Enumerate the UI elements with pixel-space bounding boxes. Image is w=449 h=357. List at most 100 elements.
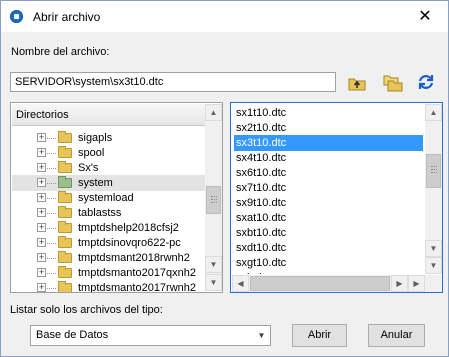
folder-icon	[58, 251, 72, 263]
scroll-up-icon[interactable]: ▲	[205, 104, 222, 121]
file-item[interactable]: sxgt10.dtc	[234, 255, 423, 271]
filter-label: Listar solo los archivos del tipo:	[10, 304, 163, 316]
directory-item-label: tmptdsinovqro622-pc	[78, 237, 181, 249]
file-list-panel[interactable]: sx1t10.dtc sx2t10.dtc sx3t10.dtc sx4t10.dtc…	[230, 102, 443, 293]
directory-item-label: spool	[78, 147, 105, 159]
cancel-button[interactable]: Anular	[368, 324, 425, 347]
file-item[interactable]: sxbt10.dtc	[234, 225, 423, 241]
tree-connector	[47, 213, 56, 214]
tree-connector	[47, 273, 56, 274]
file-item[interactable]: sx4t10.dtc	[234, 150, 423, 166]
directory-item[interactable]: + systemload	[12, 190, 205, 206]
tree-connector	[47, 183, 56, 184]
file-scroll-thumb[interactable]	[426, 154, 441, 188]
directory-item-label: systemload	[78, 192, 134, 204]
directory-scroll-thumb[interactable]	[206, 186, 221, 214]
directory-item[interactable]: + system	[12, 175, 205, 191]
file-item[interactable]: sxdt10.dtc	[234, 240, 423, 256]
directory-item[interactable]: + sigapls	[12, 130, 205, 146]
tree-connector	[47, 288, 56, 289]
expand-icon[interactable]: +	[37, 148, 46, 157]
scroll-down-icon[interactable]: ▼	[425, 240, 442, 257]
filename-input[interactable]	[10, 72, 336, 92]
scroll-right-icon[interactable]: ▶	[408, 275, 425, 292]
directory-item[interactable]: + tmptdsmanto2017rwnh2	[12, 280, 205, 292]
expand-icon[interactable]: +	[37, 133, 46, 142]
directory-item[interactable]: + tablastss	[12, 205, 205, 221]
directory-item[interactable]: + spool	[12, 145, 205, 161]
folder-icon	[58, 131, 72, 143]
tree-connector	[47, 198, 56, 199]
directory-tree[interactable]: Directorios + sigapls + spool + Sx's + system + s…	[10, 102, 223, 293]
directory-item-label: system	[78, 177, 113, 189]
file-item[interactable]: sx3t10.dtc	[234, 135, 423, 151]
tree-connector	[47, 153, 56, 154]
filename-label: Nombre del archivo:	[11, 46, 110, 58]
file-type-select[interactable]: Base de Datos ▼	[30, 325, 271, 346]
folder-icon	[58, 221, 72, 233]
expand-icon[interactable]: +	[37, 163, 46, 172]
expand-icon[interactable]: +	[37, 283, 46, 292]
scroll-right-icon[interactable]: ▶	[391, 275, 408, 292]
tree-connector	[47, 258, 56, 259]
directory-header: Directorios	[12, 104, 205, 126]
directory-item[interactable]: + tmptdsmant2018rwnh2	[12, 250, 205, 266]
app-icon	[10, 10, 23, 23]
folder-icon	[58, 146, 72, 158]
directory-item-label: tmptdshelp2018cfsj2	[78, 222, 179, 234]
file-scrollbar[interactable]: ▲ ▼ ▼	[425, 104, 442, 274]
file-hscroll-thumb[interactable]	[250, 276, 390, 291]
file-item[interactable]: sx2t10.dtc	[234, 120, 423, 136]
refresh-icon[interactable]	[415, 71, 437, 93]
chevron-down-icon[interactable]: ▼	[253, 326, 270, 345]
directory-scrollbar[interactable]: ▲ ▼ ▼	[205, 104, 222, 291]
directory-item-label: sigapls	[78, 132, 113, 144]
file-item[interactable]: sx9t10.dtc	[234, 195, 423, 211]
window-title: Abrir archivo	[33, 10, 101, 24]
expand-icon[interactable]: +	[37, 238, 46, 247]
scroll-corner	[425, 275, 442, 292]
directory-item-label: tablastss	[78, 207, 122, 219]
expand-icon[interactable]: +	[37, 268, 46, 277]
scroll-down-icon[interactable]: ▼	[205, 274, 222, 291]
directory-item-label: tmptdsmant2018rwnh2	[78, 252, 190, 264]
tree-connector	[47, 243, 56, 244]
directory-item[interactable]: + Sx's	[12, 160, 205, 176]
close-icon[interactable]: ✕	[402, 1, 448, 32]
folder-icon	[58, 236, 72, 248]
folder-icon	[58, 206, 72, 218]
expand-icon[interactable]: +	[37, 178, 46, 187]
directory-item-label: Sx's	[78, 162, 99, 174]
file-list[interactable]: sx1t10.dtc sx2t10.dtc sx3t10.dtc sx4t10.dtc…	[232, 104, 425, 274]
file-item[interactable]: sxi_dtc	[234, 270, 423, 274]
open-button[interactable]: Abrir	[292, 324, 347, 347]
file-type-value: Base de Datos	[36, 329, 109, 341]
file-item[interactable]: sx7t10.dtc	[234, 180, 423, 196]
directory-item-label: tmptdsmanto2017rwnh2	[78, 282, 197, 292]
title-bar[interactable]: Abrir archivo ✕	[1, 1, 448, 32]
folder-icon	[58, 281, 72, 292]
file-item[interactable]: sx1t10.dtc	[234, 105, 423, 121]
expand-icon[interactable]: +	[37, 208, 46, 217]
scroll-down-icon[interactable]: ▼	[205, 256, 222, 273]
scroll-down-icon[interactable]: ▼	[425, 257, 442, 274]
folder-icon	[58, 266, 72, 278]
expand-icon[interactable]: +	[37, 253, 46, 262]
file-item[interactable]: sx6t10.dtc	[234, 165, 423, 181]
directory-list[interactable]: + sigapls + spool + Sx's + system + systemload + ta…	[12, 127, 205, 292]
expand-icon[interactable]: +	[37, 193, 46, 202]
file-item[interactable]: sxat10.dtc	[234, 210, 423, 226]
directory-item[interactable]: + tmptdsmanto2017qxnh2	[12, 265, 205, 281]
file-hscrollbar[interactable]: ◀ ▶ ▶	[232, 275, 425, 292]
folder-up-icon[interactable]	[346, 71, 368, 93]
folder-icon	[58, 161, 72, 173]
folder-icon	[58, 176, 72, 188]
scroll-left-icon[interactable]: ◀	[232, 275, 249, 292]
scroll-up-icon[interactable]: ▲	[425, 104, 442, 121]
directory-item[interactable]: + tmptdsinovqro622-pc	[12, 235, 205, 251]
directory-item[interactable]: + tmptdshelp2018cfsj2	[12, 220, 205, 236]
tree-connector	[47, 228, 56, 229]
directory-item-label: tmptdsmanto2017qxnh2	[78, 267, 197, 279]
expand-icon[interactable]: +	[37, 223, 46, 232]
copy-folders-icon[interactable]	[382, 71, 404, 93]
